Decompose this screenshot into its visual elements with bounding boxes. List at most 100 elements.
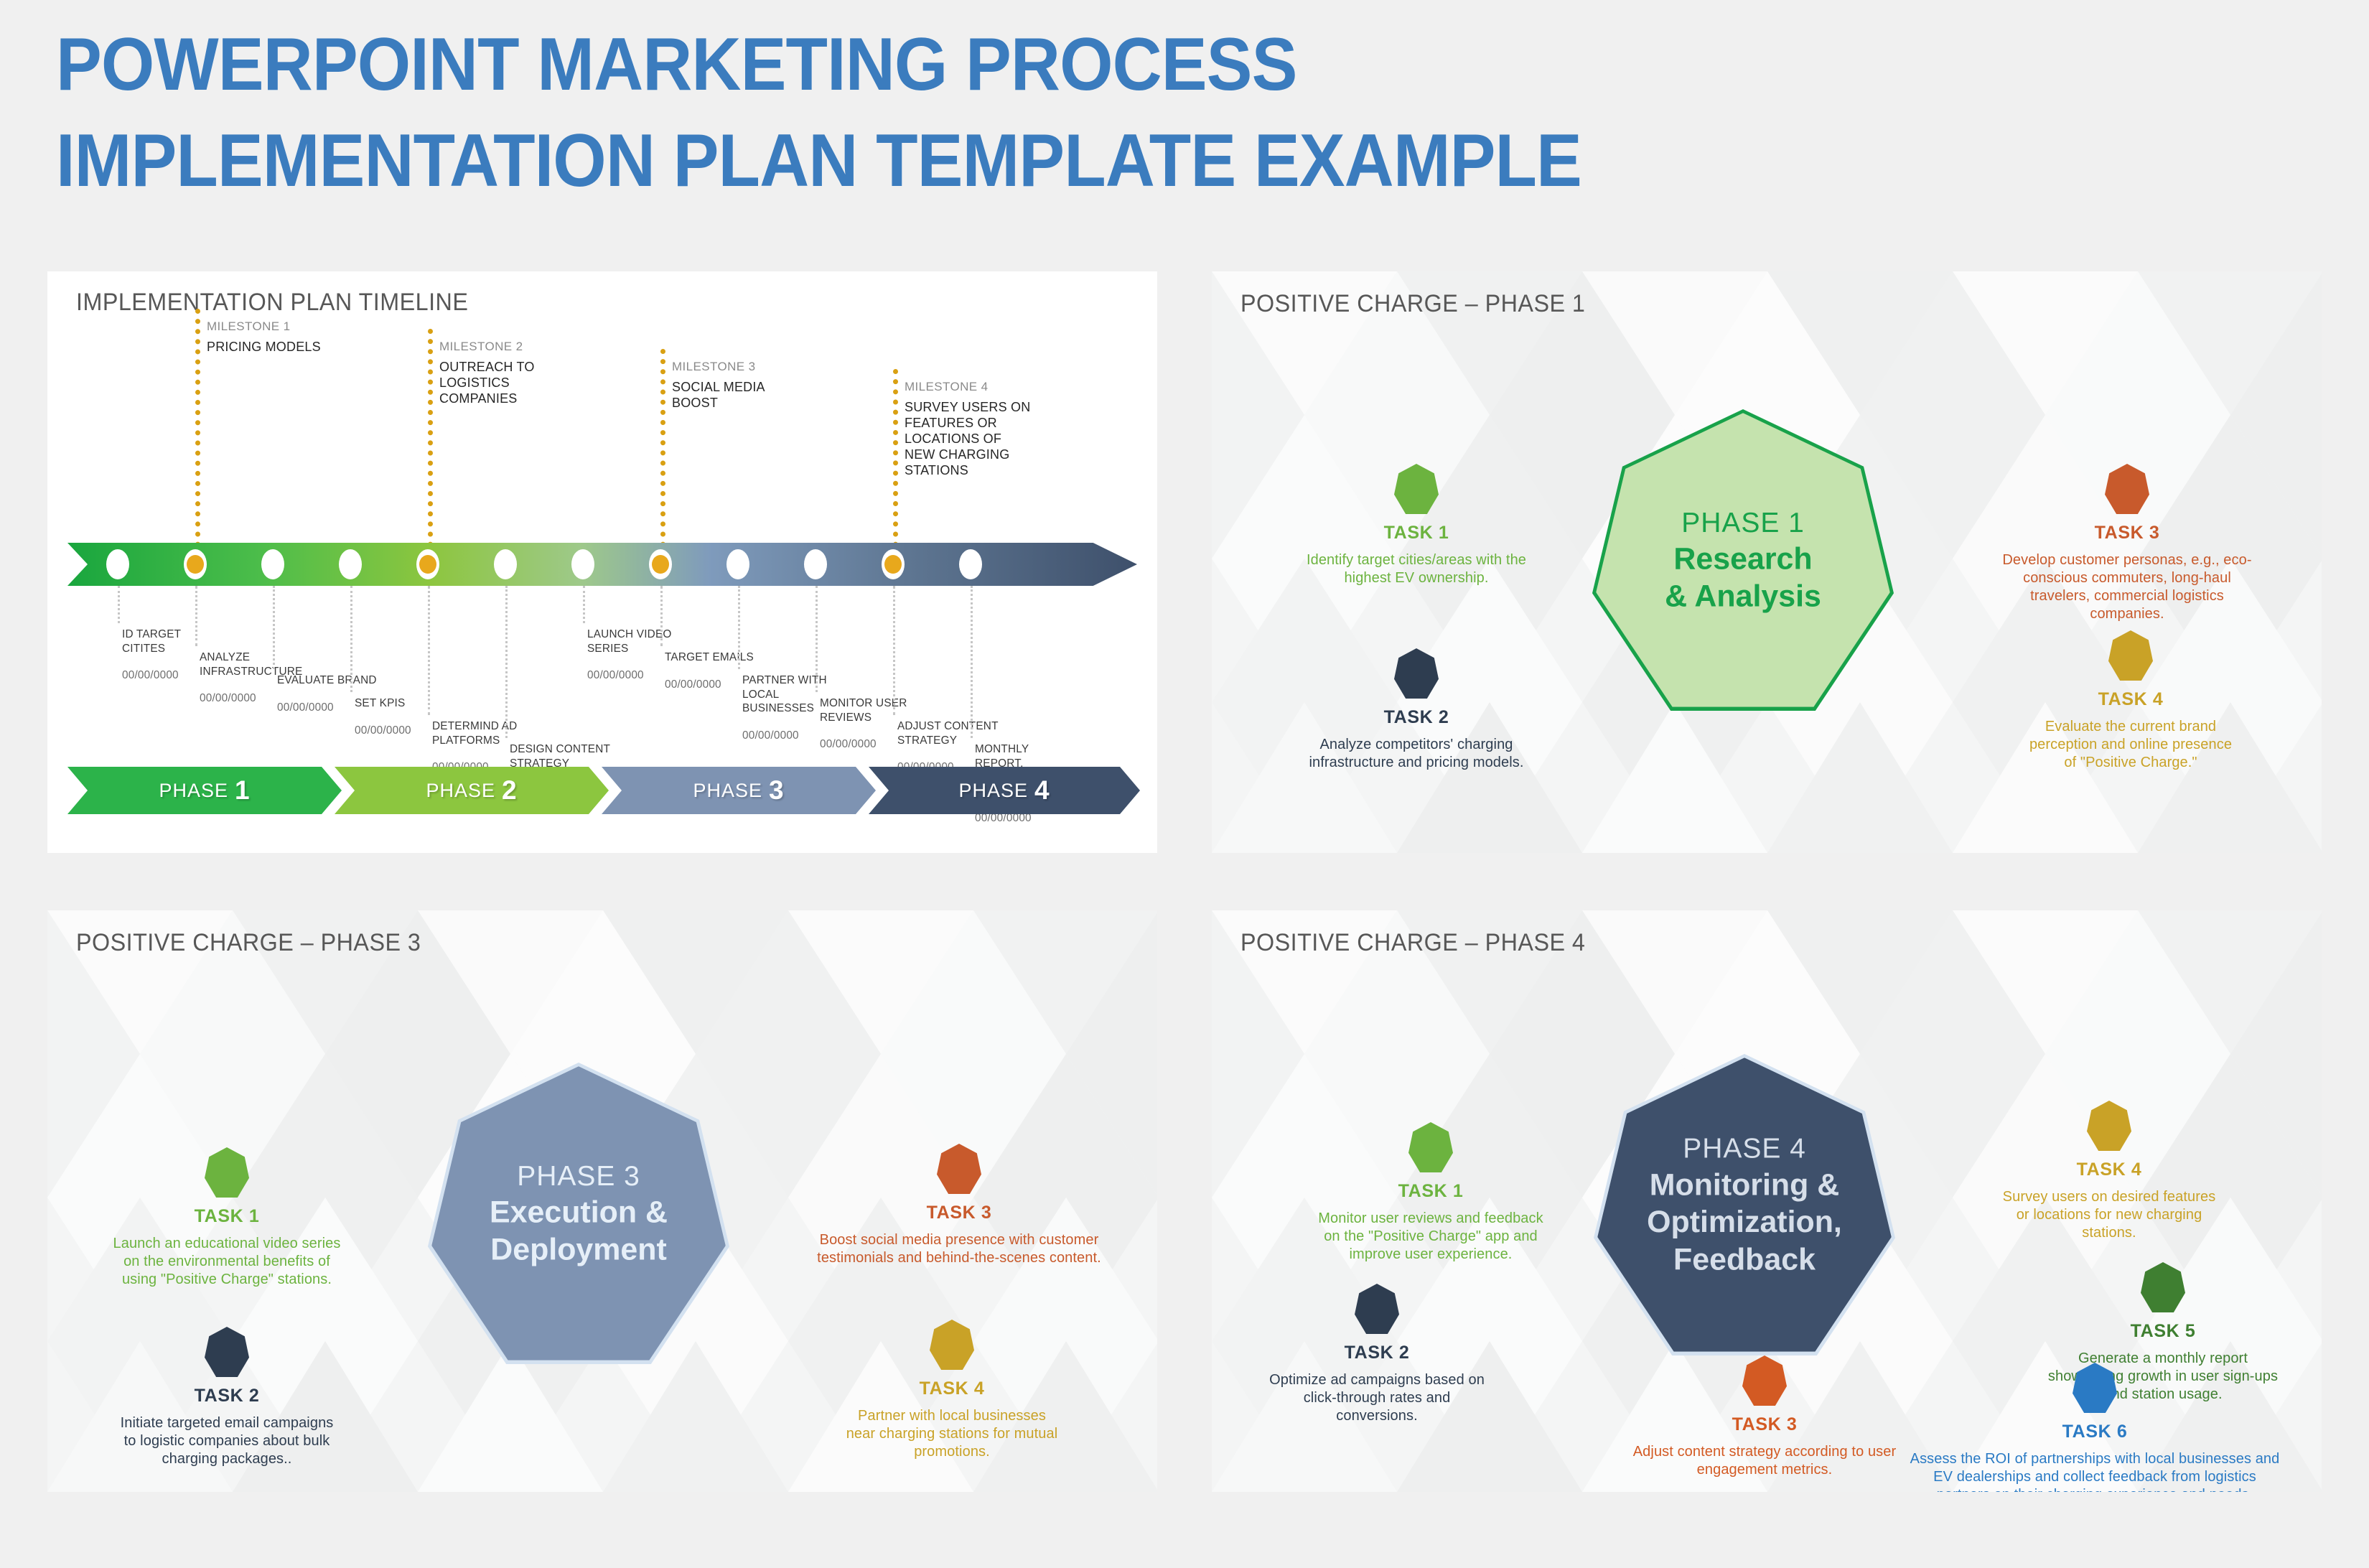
page-title: POWERPOINT MARKETING PROCESS IMPLEMENTAT… — [56, 27, 2103, 220]
slide-canvas: POWERPOINT MARKETING PROCESS IMPLEMENTAT… — [0, 0, 2369, 1568]
task-heptagon-icon — [205, 1147, 249, 1198]
task-card[interactable]: TASK 3 Adjust content strategy according … — [1614, 1355, 1915, 1479]
milestone-text: SURVEY USERS ON FEATURES OR LOCATIONS OF… — [905, 400, 1031, 477]
page-title-line-2: IMPLEMENTATION PLAN TEMPLATE EXAMPLE — [56, 119, 1582, 202]
positive-charge-phase-3-panel: POSITIVE CHARGE – PHASE 3 TASK 1 Launch a… — [47, 910, 1157, 1492]
task-heptagon-icon — [2087, 1101, 2131, 1151]
task-heptagon-icon — [937, 1144, 981, 1194]
phase-bar-2[interactable]: PHASE 2 — [335, 767, 609, 814]
task-description: Evaluate the current brand perception an… — [2029, 719, 2233, 770]
timeline-event-name: DETERMIND AD PLATFORMS — [432, 720, 518, 747]
phase-bar-4[interactable]: PHASE 4 — [869, 767, 1140, 814]
timeline-marker[interactable] — [184, 549, 207, 579]
task-card[interactable]: TASK 4 Survey users on desired features o… — [1994, 1101, 2224, 1242]
page-title-line-1: POWERPOINT MARKETING PROCESS — [56, 23, 1297, 106]
task-heptagon-icon — [2073, 1363, 2117, 1413]
phase3-panel-title: POSITIVE CHARGE – PHASE 3 — [76, 929, 421, 956]
task-description: Optimize ad campaigns based on click-thr… — [1269, 1372, 1485, 1424]
task-heptagon-icon — [1742, 1355, 1787, 1406]
timeline-leader-line — [505, 586, 508, 738]
task-card[interactable]: TASK 6 Assess the ROI of partnerships wit… — [1908, 1363, 2281, 1492]
task-description: Develop customer personas, e.g., eco-con… — [2002, 552, 2252, 622]
task-label: TASK 3 — [926, 1203, 992, 1223]
center-hexagon-title-line: Deployment — [490, 1232, 667, 1267]
task-heptagon-icon — [2141, 1262, 2185, 1312]
implementation-plan-timeline-panel: IMPLEMENTATION PLAN TIMELINE MILESTONE 1… — [47, 271, 1157, 853]
timeline-leader-line — [273, 586, 275, 669]
timeline-leader-line — [118, 586, 120, 623]
center-hexagon-kicker: PHASE 1 — [1681, 507, 1805, 538]
task-card[interactable]: TASK 4 Evaluate the current brand percept… — [2023, 630, 2238, 772]
task-card[interactable]: TASK 1 Identify target cities/areas with … — [1305, 464, 1528, 587]
center-hexagon-title-line: Research — [1673, 541, 1813, 577]
milestone-dotted-line — [893, 369, 898, 557]
phase-bar-label: PHASE — [426, 779, 495, 801]
task-label: TASK 1 — [1398, 1181, 1464, 1201]
task-description: Adjust content strategy according to use… — [1632, 1444, 1897, 1478]
timeline-marker[interactable] — [804, 549, 827, 579]
task-heptagon-icon — [205, 1327, 249, 1377]
task-label: TASK 4 — [2098, 689, 2164, 709]
task-label: TASK 3 — [1732, 1414, 1798, 1434]
milestone-dotted-line — [428, 329, 433, 557]
timeline-leader-line — [195, 586, 197, 646]
task-description: Launch an educational video series on th… — [113, 1236, 341, 1287]
timeline-marker[interactable] — [494, 549, 517, 579]
task-description: Partner with local businesses near charg… — [846, 1408, 1058, 1460]
timeline-event-name: LAUNCH VIDEO SERIES — [587, 628, 672, 655]
task-card[interactable]: TASK 4 Partner with local businesses near… — [844, 1320, 1060, 1461]
task-card[interactable]: TASK 3 Boost social media presence with c… — [808, 1144, 1110, 1267]
phase-bar-label: PHASE — [159, 779, 228, 801]
positive-charge-phase-4-panel: POSITIVE CHARGE – PHASE 4 TASK 1 Monitor … — [1212, 910, 2322, 1492]
task-card[interactable]: TASK 1 Monitor user reviews and feedback … — [1312, 1122, 1549, 1264]
phase-bar-3[interactable]: PHASE 3 — [602, 767, 876, 814]
timeline-marker[interactable] — [416, 549, 439, 579]
task-label: TASK 4 — [919, 1378, 985, 1399]
task-heptagon-icon — [930, 1320, 974, 1370]
timeline-leader-line — [738, 586, 740, 669]
timeline-event-name: TARGET EMAILS — [665, 651, 754, 663]
positive-charge-phase-1-panel: POSITIVE CHARGE – PHASE 1 TASK 1 Identify… — [1212, 271, 2322, 853]
milestone-callout: MILESTONE 2 OUTREACH TO LOGISTICS COMPANI… — [439, 339, 569, 407]
center-hexagon-title-line: & Analysis — [1665, 579, 1821, 614]
task-card[interactable]: TASK 1 Launch an educational video series… — [112, 1147, 342, 1289]
timeline-arrow — [67, 543, 1137, 586]
task-card[interactable]: TASK 2 Analyze competitors' charging infr… — [1305, 648, 1528, 772]
timeline-marker[interactable] — [726, 549, 749, 579]
phase-bar-number: 2 — [501, 775, 518, 805]
task-label: TASK 1 — [1383, 523, 1449, 543]
timeline-event-name: SET KPIS — [355, 697, 406, 709]
timeline-marker[interactable] — [571, 549, 594, 579]
center-hexagon-kicker: PHASE 3 — [517, 1160, 640, 1192]
center-hexagon-title-line: Monitoring & — [1649, 1167, 1840, 1203]
timeline-marker[interactable] — [261, 549, 284, 579]
timeline-marker[interactable] — [339, 549, 362, 579]
timeline-event-name: EVALUATE BRAND — [277, 674, 377, 686]
task-heptagon-icon — [1355, 1284, 1399, 1334]
timeline-marker[interactable] — [106, 549, 129, 579]
phase-bar-number: 3 — [768, 775, 785, 805]
task-card[interactable]: TASK 3 Develop customer personas, e.g., e… — [1998, 464, 2256, 623]
phase-bar-label: PHASE — [958, 779, 1028, 801]
milestone-callout: MILESTONE 4 SURVEY USERS ON FEATURES OR L… — [905, 379, 1034, 479]
task-heptagon-icon — [2108, 630, 2153, 681]
task-description: Assess the ROI of partnerships with loca… — [1910, 1451, 2280, 1492]
timeline-marker[interactable] — [959, 549, 982, 579]
phase-bars: PHASE 1 PHASE 2 PHASE 3 PHASE 4 — [67, 767, 1137, 814]
timeline-leader-line — [350, 586, 352, 692]
task-card[interactable]: TASK 2 Initiate targeted email campaigns … — [119, 1327, 335, 1468]
timeline-marker[interactable] — [882, 549, 905, 579]
center-hexagon-title-line: Execution & — [490, 1195, 668, 1230]
task-heptagon-icon — [1394, 464, 1439, 514]
phase-bar-1[interactable]: PHASE 1 — [67, 767, 342, 814]
task-description: Identify target cities/areas with the hi… — [1306, 552, 1527, 586]
task-label: TASK 2 — [1383, 707, 1449, 727]
task-label: TASK 1 — [194, 1206, 260, 1226]
timeline-marker[interactable] — [649, 549, 672, 579]
timeline-leader-line — [893, 586, 895, 715]
task-label: TASK 6 — [2062, 1422, 2128, 1442]
timeline-event-name: PARTNER WITH LOCAL BUSINESSES — [742, 674, 827, 715]
milestone-callout: MILESTONE 3 SOCIAL MEDIA BOOST — [672, 359, 801, 411]
task-card[interactable]: TASK 2 Optimize ad campaigns based on cli… — [1269, 1284, 1485, 1425]
task-heptagon-icon — [2105, 464, 2149, 514]
